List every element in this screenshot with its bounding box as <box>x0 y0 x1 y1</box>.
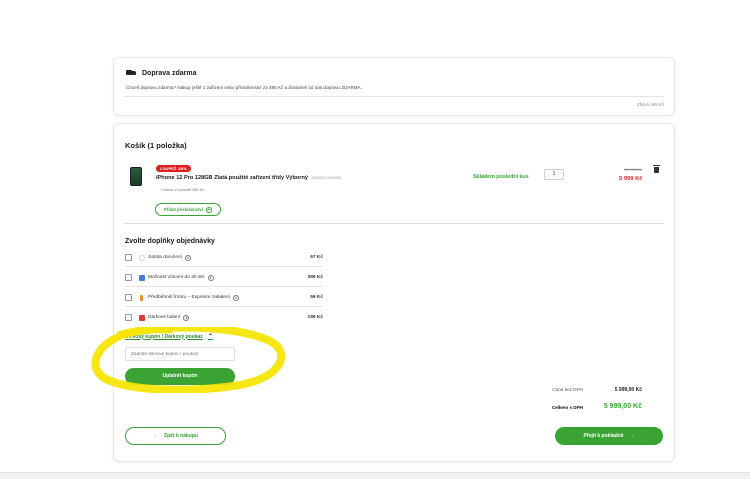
free-shipping-title: Doprava zdarma <box>142 70 197 77</box>
plus-icon: + <box>205 206 212 213</box>
quantity-input[interactable]: 1 <box>544 169 564 180</box>
cart-card: Košík (1 položka) LOUPEŽ -60% iPhone 12 … <box>113 123 675 462</box>
coupon-input[interactable] <box>125 347 235 361</box>
shield-icon <box>139 254 145 261</box>
free-shipping-card: Doprava zdarma Chceš dopravu zdarma? Nak… <box>113 57 675 116</box>
total-with-vat-value: 5 999,00 Kč <box>603 403 642 410</box>
gift-note: + Dárek v hodnotě 285 Kč <box>160 188 205 192</box>
checkout-button[interactable]: Přejít k pokladně → <box>555 427 663 445</box>
product-name[interactable]: iPhone 12 Pro 128GB Zlatá použité zaříze… <box>156 175 308 181</box>
back-to-shopping-label: Zpět k nákupu <box>164 433 198 439</box>
addon-label: Jistota doručení <box>148 255 182 260</box>
top-bar <box>0 0 750 8</box>
divider <box>125 306 323 307</box>
coupon-toggle-label[interactable]: Slevový kupón / Dárkový poukaz <box>125 334 203 340</box>
divider <box>125 266 323 267</box>
truck-icon <box>126 70 136 77</box>
free-shipping-progress <box>124 96 664 97</box>
free-shipping-message: Chceš dopravu zdarma? Nakup ještě 1 zaří… <box>126 85 362 90</box>
addon-price: 59 Kč <box>310 295 323 300</box>
price-without-vat-value: 5 999,00 Kč <box>614 387 642 393</box>
arrow-right-icon: → <box>629 433 635 439</box>
addon-return-30-days[interactable]: Možnost vrácení do 30 dní i 399 Kč <box>125 270 323 285</box>
old-price: 14 990 Kč <box>624 167 643 172</box>
sale-badge: LOUPEŽ -60% <box>156 165 191 172</box>
arrow-left-icon: ← <box>153 433 159 439</box>
divider <box>124 223 664 224</box>
addon-price: 199 Kč <box>307 315 323 320</box>
info-icon[interactable]: i <box>232 294 239 301</box>
checkout-label: Přejít k pokladně <box>583 433 624 439</box>
addon-label: Dárkové balení <box>148 315 181 320</box>
free-shipping-remaining: Zbývá 495 Kč <box>637 102 664 107</box>
stock-status: Skladem poslední kus <box>473 174 529 180</box>
product-name-row[interactable]: iPhone 12 Pro 128GB Zlatá použité zaříze… <box>156 175 342 181</box>
divider <box>125 286 323 287</box>
fire-icon <box>140 294 143 301</box>
info-icon[interactable]: i <box>183 314 190 321</box>
trash-icon[interactable] <box>653 165 660 173</box>
addon-label: Předběhnití frontu – Expresní zabalení <box>148 295 230 300</box>
addons-title: Zvolte doplňky objednávky <box>125 238 215 245</box>
free-shipping-heading: Doprava zdarma <box>126 70 196 77</box>
addon-checkbox[interactable] <box>125 314 132 321</box>
add-accessory-label: Přidat příslušenství <box>164 207 203 212</box>
add-accessory-button[interactable]: Přidat příslušenství + <box>155 203 221 216</box>
product-code: (0520037431650) <box>311 176 342 180</box>
back-to-shopping-button[interactable]: ← Zpět k nákupu <box>125 427 226 445</box>
bottom-bar <box>0 472 750 479</box>
new-price: 5 999 Kč <box>619 176 643 182</box>
cart-title: Košík (1 položka) <box>125 141 187 150</box>
addon-checkbox[interactable] <box>125 294 132 301</box>
addon-price: 67 Kč <box>310 255 323 260</box>
gift-icon <box>139 314 145 321</box>
return-icon <box>139 274 145 281</box>
addon-price: 399 Kč <box>307 275 323 280</box>
addon-gift-wrap[interactable]: Dárkové balení i 199 Kč <box>125 310 323 325</box>
addon-checkbox[interactable] <box>125 274 132 281</box>
info-icon[interactable]: i <box>207 274 214 281</box>
addon-delivery-guarantee[interactable]: Jistota doručení i 67 Kč <box>125 250 323 265</box>
apply-coupon-button[interactable]: Uplatnit kupón <box>125 368 235 385</box>
addon-label: Možnost vrácení do 30 dní <box>148 275 205 280</box>
addon-checkbox[interactable] <box>125 254 132 261</box>
addon-express-packing[interactable]: Předběhnití frontu – Expresní zabalení i… <box>125 290 323 305</box>
coupon-toggle[interactable]: Slevový kupón / Dárkový poukaz ⌃ <box>125 333 213 341</box>
chevron-up-icon[interactable]: ⌃ <box>208 333 213 340</box>
info-icon[interactable]: i <box>184 254 191 261</box>
product-image[interactable] <box>130 167 142 186</box>
